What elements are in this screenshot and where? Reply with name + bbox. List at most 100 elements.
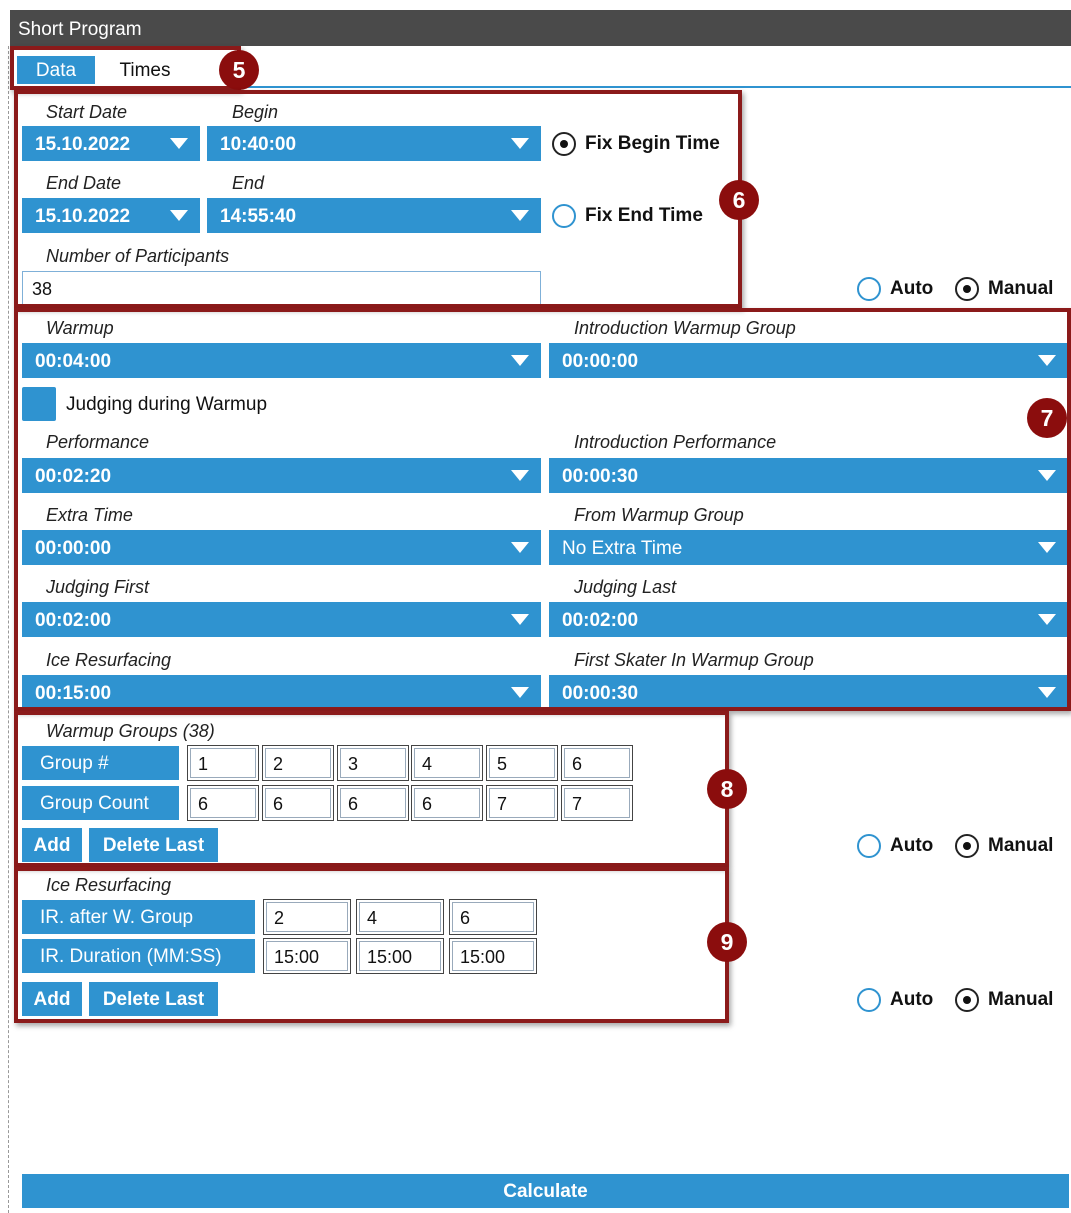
intro-performance-label: Introduction Performance <box>574 432 777 452</box>
delete-last-resurfacing-button[interactable]: Delete Last <box>89 982 218 1016</box>
ice-resurfacing-label: Ice Resurfacing <box>46 650 172 670</box>
calculate-button[interactable]: Calculate <box>22 1174 1069 1208</box>
judging-first-dropdown[interactable]: 00:02:00 <box>22 602 541 637</box>
group-count-cell[interactable]: 6 <box>337 785 409 821</box>
from-warmup-label: From Warmup Group <box>574 505 744 525</box>
judging-first-value: 00:02:00 <box>35 610 112 631</box>
warmup-groups-title: Warmup Groups (38) <box>46 721 215 741</box>
groups-auto-label: Auto <box>890 835 934 856</box>
judging-last-value: 00:02:00 <box>562 610 639 631</box>
intro-performance-dropdown[interactable]: 00:00:30 <box>549 458 1068 493</box>
group-number-cell[interactable]: 1 <box>187 745 259 781</box>
start-date-label: Start Date <box>46 102 128 122</box>
begin-time-dropdown[interactable]: 10:40:00 <box>207 126 541 161</box>
resurfacing-manual-label: Manual <box>988 989 1054 1010</box>
add-group-button[interactable]: Add <box>22 828 82 862</box>
resurfacing-auto-label: Auto <box>890 989 934 1010</box>
warmup-dropdown[interactable]: 00:04:00 <box>22 343 541 378</box>
performance-dropdown[interactable]: 00:02:20 <box>22 458 541 493</box>
window-title: Short Program <box>10 10 1071 46</box>
chevron-down-icon <box>170 210 188 221</box>
schedule-auto-radio[interactable]: Auto <box>857 277 933 301</box>
radio-unselected-icon <box>552 204 576 228</box>
intro-performance-value: 00:00:30 <box>562 466 639 487</box>
panel-left-border <box>8 46 9 1213</box>
radio-unselected-icon <box>857 277 881 301</box>
ir-after-group-cell[interactable]: 6 <box>449 899 537 935</box>
judging-first-label: Judging First <box>46 577 150 597</box>
end-time-value: 14:55:40 <box>220 206 297 227</box>
chevron-down-icon <box>511 138 529 149</box>
first-skater-label: First Skater In Warmup Group <box>574 650 814 670</box>
groups-manual-radio[interactable]: Manual <box>955 834 1053 858</box>
tab-times[interactable]: Times <box>100 56 190 84</box>
group-count-cell[interactable]: 7 <box>486 785 558 821</box>
participants-label: Number of Participants <box>46 246 230 266</box>
radio-unselected-icon <box>857 988 881 1012</box>
extra-time-label: Extra Time <box>46 505 133 525</box>
performance-value: 00:02:20 <box>35 466 112 487</box>
ir-after-group-cell[interactable]: 4 <box>356 899 444 935</box>
end-label: End <box>232 173 265 193</box>
end-time-dropdown[interactable]: 14:55:40 <box>207 198 541 233</box>
annotation-badge-8: 8 <box>707 769 747 809</box>
fix-end-time-radio[interactable]: Fix End Time <box>552 204 703 228</box>
extra-time-dropdown[interactable]: 00:00:00 <box>22 530 541 565</box>
group-number-cell[interactable]: 6 <box>561 745 633 781</box>
group-count-cell[interactable]: 6 <box>262 785 334 821</box>
annotation-badge-9: 9 <box>707 922 747 962</box>
ir-after-group-cell[interactable]: 2 <box>263 899 351 935</box>
group-number-label: Group # <box>22 746 179 780</box>
resurfacing-auto-radio[interactable]: Auto <box>857 988 933 1012</box>
group-count-cell[interactable]: 6 <box>411 785 483 821</box>
warmup-value: 00:04:00 <box>35 351 112 372</box>
group-number-cell[interactable]: 3 <box>337 745 409 781</box>
judging-last-dropdown[interactable]: 00:02:00 <box>549 602 1068 637</box>
chevron-down-icon <box>1038 687 1056 698</box>
tab-bar: Data Times <box>10 46 1071 88</box>
chevron-down-icon <box>511 542 529 553</box>
ice-resurfacing-dropdown[interactable]: 00:15:00 <box>22 675 541 710</box>
start-date-dropdown[interactable]: 15.10.2022 <box>22 126 200 161</box>
judging-last-label: Judging Last <box>574 577 677 597</box>
group-number-cell[interactable]: 4 <box>411 745 483 781</box>
participants-input[interactable]: 38 <box>22 271 541 305</box>
schedule-auto-label: Auto <box>890 278 934 299</box>
end-date-dropdown[interactable]: 15.10.2022 <box>22 198 200 233</box>
performance-label: Performance <box>46 432 150 452</box>
ir-duration-cell[interactable]: 15:00 <box>449 938 537 974</box>
chevron-down-icon <box>170 138 188 149</box>
judging-warmup-checkbox[interactable] <box>22 387 56 421</box>
radio-selected-icon <box>955 834 979 858</box>
fix-begin-time-radio[interactable]: Fix Begin Time <box>552 132 720 156</box>
group-count-cell[interactable]: 6 <box>187 785 259 821</box>
groups-auto-radio[interactable]: Auto <box>857 834 933 858</box>
begin-time-value: 10:40:00 <box>220 134 297 155</box>
resurfacing-manual-radio[interactable]: Manual <box>955 988 1053 1012</box>
first-skater-dropdown[interactable]: 00:00:30 <box>549 675 1068 710</box>
add-resurfacing-button[interactable]: Add <box>22 982 82 1016</box>
delete-last-group-button[interactable]: Delete Last <box>89 828 218 862</box>
group-number-cell[interactable]: 2 <box>262 745 334 781</box>
intro-warmup-dropdown[interactable]: 00:00:00 <box>549 343 1068 378</box>
first-skater-value: 00:00:30 <box>562 683 639 704</box>
begin-label: Begin <box>232 102 279 122</box>
group-count-cell[interactable]: 7 <box>561 785 633 821</box>
group-number-cell[interactable]: 5 <box>486 745 558 781</box>
chevron-down-icon <box>511 355 529 366</box>
from-warmup-value: No Extra Time <box>562 538 683 559</box>
radio-selected-icon <box>552 132 576 156</box>
schedule-manual-radio[interactable]: Manual <box>955 277 1053 301</box>
annotation-badge-5: 5 <box>219 50 259 90</box>
ir-duration-cell[interactable]: 15:00 <box>263 938 351 974</box>
tab-data[interactable]: Data <box>17 56 95 84</box>
start-date-value: 15.10.2022 <box>35 134 131 155</box>
chevron-down-icon <box>1038 470 1056 481</box>
annotation-badge-7: 7 <box>1027 398 1067 438</box>
ice-resurfacing-value: 00:15:00 <box>35 683 112 704</box>
radio-selected-icon <box>955 988 979 1012</box>
extra-time-value: 00:00:00 <box>35 538 112 559</box>
from-warmup-dropdown[interactable]: No Extra Time <box>549 530 1068 565</box>
annotation-badge-6: 6 <box>719 180 759 220</box>
ir-duration-cell[interactable]: 15:00 <box>356 938 444 974</box>
